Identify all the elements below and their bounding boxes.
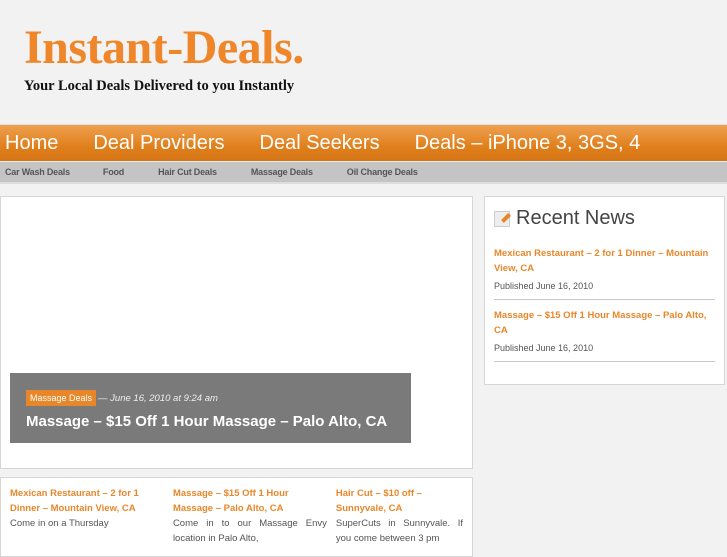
- post-card: Hair Cut – $10 off – Sunnyvale, CA SuperC…: [336, 486, 463, 556]
- post-title[interactable]: Massage – $15 Off 1 Hour Massage – Palo …: [173, 486, 327, 516]
- post-excerpt: Come in on a Thursday: [10, 518, 109, 529]
- news-date: Published June 16, 2010: [494, 343, 594, 353]
- nav-deal-seekers[interactable]: Deal Seekers: [260, 132, 380, 155]
- post-title[interactable]: Mexican Restaurant – 2 for 1 Dinner – Mo…: [10, 486, 164, 516]
- subnav-hair-cut[interactable]: Hair Cut Deals: [158, 167, 217, 177]
- site-tagline: Your Local Deals Delivered to you Instan…: [24, 78, 295, 94]
- featured-slider: Massage Deals — June 16, 2010 at 9:24 am …: [0, 196, 473, 469]
- nav-deal-providers[interactable]: Deal Providers: [93, 132, 224, 155]
- widget-title: Recent News: [516, 207, 635, 229]
- category-nav: Car Wash Deals Food Hair Cut Deals Massa…: [0, 162, 727, 184]
- post-date: — June 16, 2010 at 9:24 am: [98, 393, 218, 404]
- news-date: Published June 16, 2010: [494, 281, 594, 291]
- post-grid: Mexican Restaurant – 2 for 1 Dinner – Mo…: [0, 477, 473, 557]
- recent-news-widget: Recent News Mexican Restaurant – 2 for 1…: [484, 196, 725, 385]
- nav-home[interactable]: Home: [5, 132, 58, 155]
- list-item: Mexican Restaurant – 2 for 1 Dinner – Mo…: [494, 246, 715, 300]
- list-item: Massage – $15 Off 1 Hour Massage – Palo …: [494, 308, 715, 362]
- subnav-car-wash[interactable]: Car Wash Deals: [5, 167, 70, 177]
- featured-caption: Massage Deals — June 16, 2010 at 9:24 am …: [10, 373, 411, 443]
- post-title[interactable]: Hair Cut – $10 off – Sunnyvale, CA: [336, 486, 463, 516]
- news-link[interactable]: Mexican Restaurant – 2 for 1 Dinner – Mo…: [494, 246, 715, 276]
- featured-title[interactable]: Massage – $15 Off 1 Hour Massage – Palo …: [26, 413, 395, 430]
- nav-deals-iphone[interactable]: Deals – iPhone 3, 3GS, 4: [415, 132, 641, 155]
- post-card: Massage – $15 Off 1 Hour Massage – Palo …: [173, 486, 327, 556]
- main-nav: Home Deal Providers Deal Seekers Deals –…: [0, 124, 727, 161]
- post-excerpt: SuperCuts in Sunnyvale. If you come betw…: [335, 518, 463, 544]
- category-badge[interactable]: Massage Deals: [26, 390, 97, 406]
- subnav-massage[interactable]: Massage Deals: [251, 167, 313, 177]
- subnav-food[interactable]: Food: [103, 167, 124, 177]
- post-excerpt: Come in to our Massage Envy location in …: [172, 518, 327, 544]
- subnav-oil-change[interactable]: Oil Change Deals: [347, 167, 418, 177]
- site-logo[interactable]: Instant-Deals.: [24, 20, 304, 75]
- news-link[interactable]: Massage – $15 Off 1 Hour Massage – Palo …: [494, 308, 715, 338]
- pencil-icon: [494, 210, 510, 227]
- post-card: Mexican Restaurant – 2 for 1 Dinner – Mo…: [10, 486, 164, 556]
